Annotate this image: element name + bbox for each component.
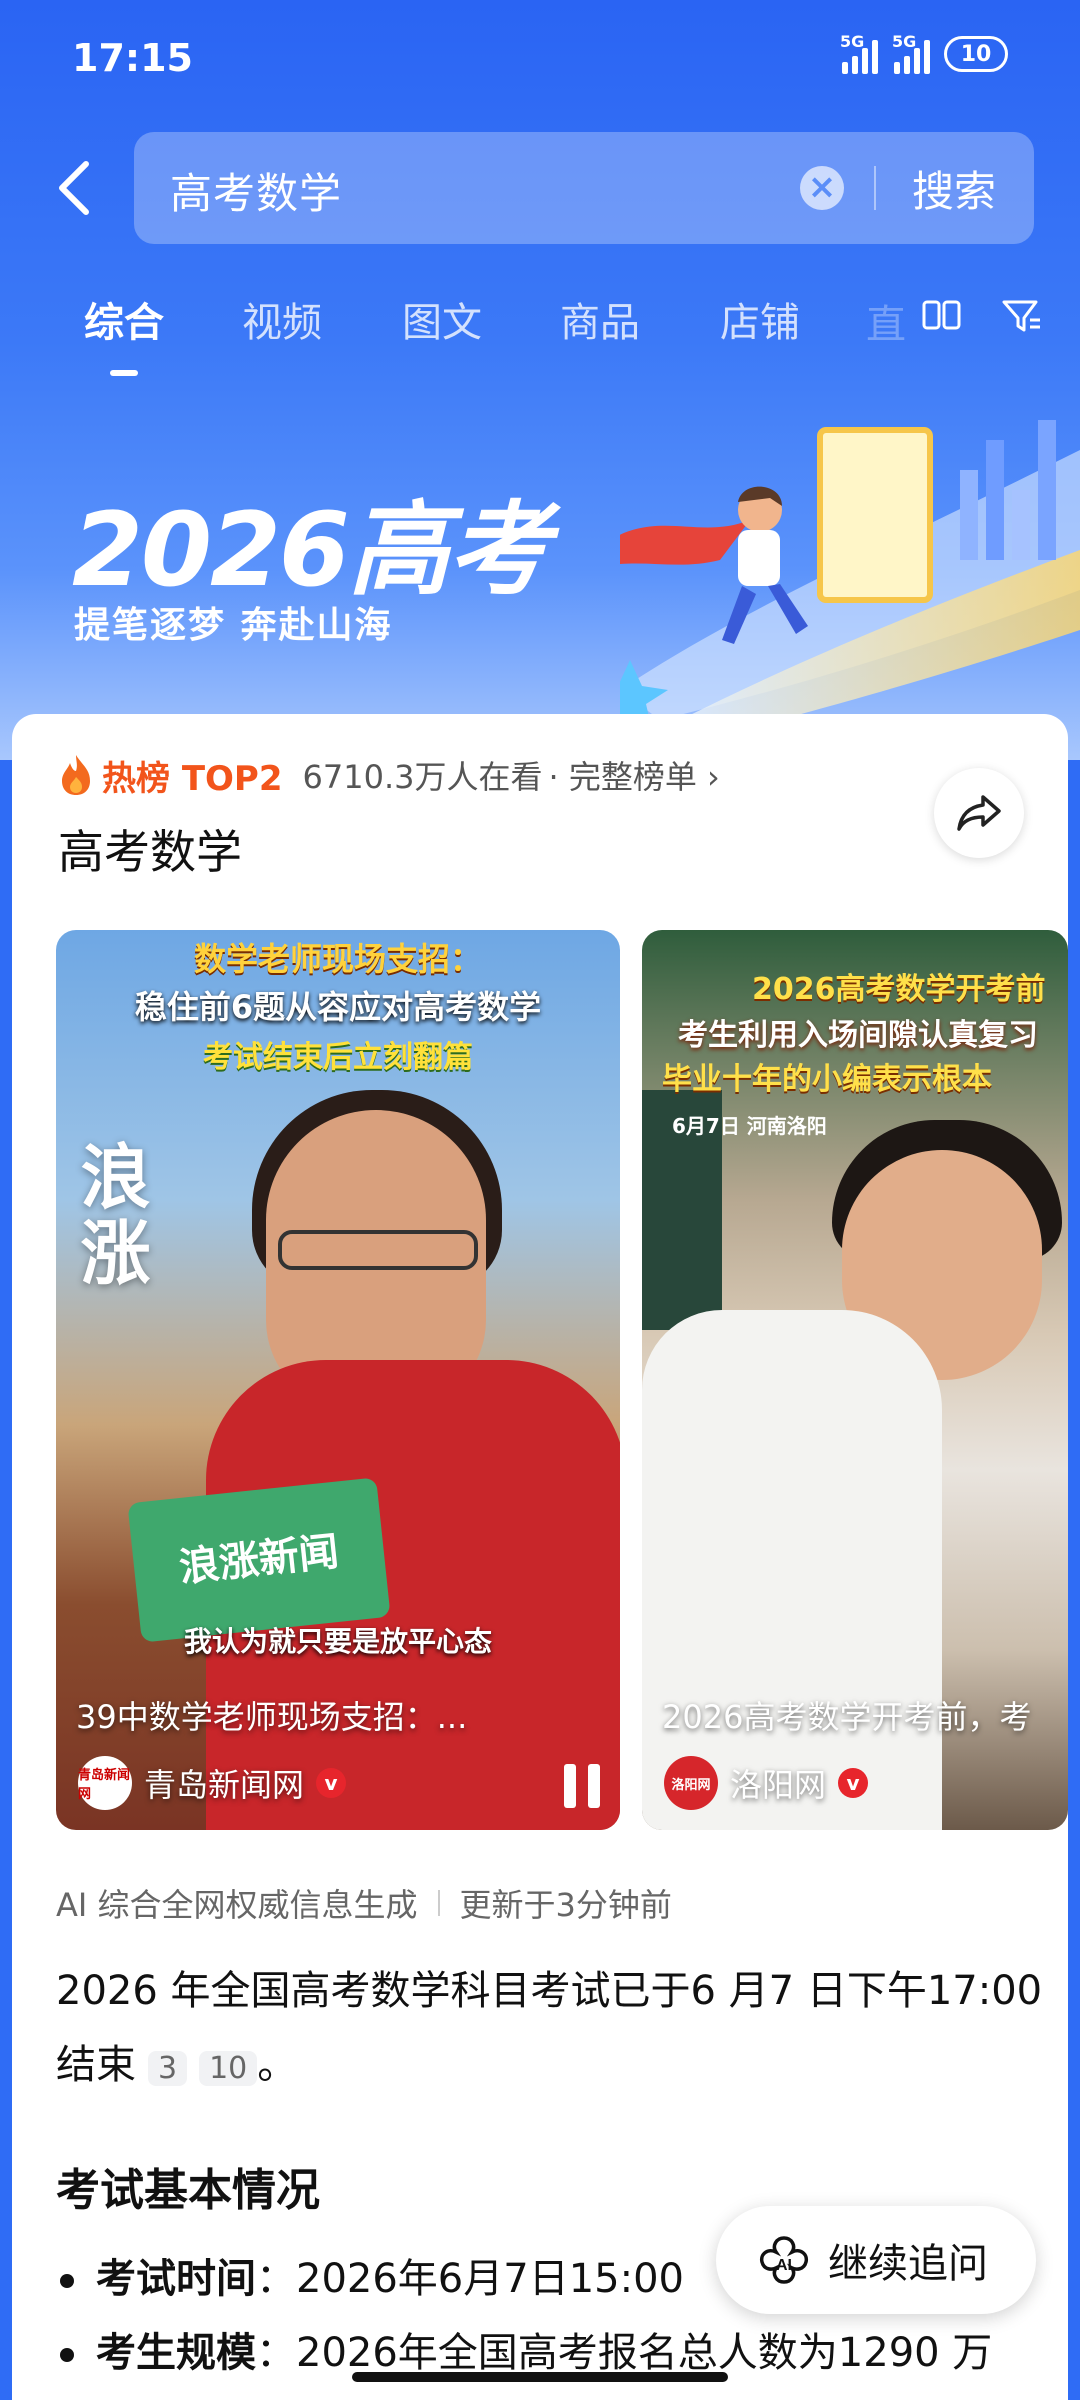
tab-goods[interactable]: 商品 [560, 290, 640, 348]
video-overlay-line: 毕业十年的小编表示根本 [662, 1062, 992, 1097]
video-subtitle: 我认为就只要是放平心态 [183, 1625, 492, 1658]
source-name: 洛阳网 [730, 1766, 827, 1804]
svg-text:AI: AI [776, 2257, 792, 2274]
ai-summary: 2026 年全国高考数学科目考试已于6 月7 日下午17:00结束 3 10。 [56, 1968, 1043, 2088]
video-date-location: 6月7日 河南洛阳 [672, 1114, 827, 1138]
topic-title: 高考数学 [58, 825, 242, 879]
fire-icon [62, 755, 90, 795]
follow-up-label: 继续追问 [828, 2241, 988, 2287]
search-button[interactable]: 搜索 [912, 158, 996, 219]
video-source[interactable]: 青岛新闻网 青岛新闻网 v [78, 1756, 347, 1810]
divider [437, 1890, 440, 1916]
battery-icon: 10 [944, 36, 1008, 72]
share-button[interactable] [934, 768, 1024, 858]
watermark-text: 浪涨 [69, 1140, 151, 1292]
signal-icon: 5G [892, 32, 930, 74]
filter-icon[interactable] [1000, 294, 1044, 338]
search-row: 高考数学 × 搜索 [0, 130, 1080, 246]
tab-shops[interactable]: 店铺 [720, 290, 800, 348]
back-button[interactable] [52, 156, 102, 220]
search-query: 高考数学 [170, 169, 343, 218]
running-student-illustration [620, 420, 1080, 730]
result-tabs: 综合 视频 图文 商品 店铺 直 [0, 280, 1080, 390]
video-overlay-line: 考生利用入场间隙认真复习 [678, 1018, 1038, 1053]
pause-icon[interactable] [564, 1764, 604, 1808]
microphone-logo: 浪涨新闻 [127, 1477, 391, 1643]
search-input[interactable]: 高考数学 × 搜索 [134, 132, 1034, 244]
chevron-left-icon [59, 161, 89, 215]
update-time: 更新于3分钟前 [459, 1886, 672, 1924]
video-source[interactable]: 洛阳网 洛阳网 v [664, 1756, 869, 1810]
verified-icon: v [316, 1768, 347, 1798]
share-icon [957, 795, 1001, 831]
tab-all[interactable]: 综合 [84, 290, 164, 348]
citation-ref[interactable]: 3 [148, 2051, 188, 2086]
verified-icon: v [838, 1768, 869, 1798]
status-icons: 5G 5G 10 [840, 32, 1008, 74]
ai-meta: AI 综合全网权威信息生成 更新于3分钟前 [56, 1880, 672, 1926]
layout-toggle-icon[interactable] [920, 294, 964, 338]
tab-video[interactable]: 视频 [242, 290, 322, 348]
source-name: 青岛新闻网 [144, 1766, 305, 1804]
source-logo-icon: 青岛新闻网 [78, 1756, 132, 1810]
video-card[interactable]: 浪涨 数学老师现场支招： 稳住前6题从容应对高考数学 考试结束后立刻翻篇 浪涨新… [56, 930, 620, 1830]
viewer-count: 6710.3万人在看 [302, 758, 543, 796]
home-indicator [352, 2372, 728, 2382]
video-caption: 2026高考数学开考前，考 [662, 1698, 1032, 1736]
search-divider [874, 166, 876, 210]
video-overlay-line: 稳住前6题从容应对高考数学 [134, 988, 542, 1026]
status-bar: 17:15 5G 5G 10 [0, 0, 1080, 120]
video-overlay-line: 考试结束后立刻翻篇 [203, 1040, 473, 1075]
ai-flower-icon: AI [759, 2236, 809, 2284]
hot-topic-card: 热榜 TOP2 6710.3万人在看 · 完整榜单 › 高考数学 浪涨 数学老师… [12, 714, 1068, 2400]
signal-icon: 5G [840, 32, 878, 74]
citation-ref[interactable]: 10 [199, 2051, 258, 2086]
status-time: 17:15 [72, 36, 193, 80]
full-list-link[interactable]: · 完整榜单 › [549, 752, 720, 798]
banner-title: 2026高考 [72, 491, 550, 610]
tab-live[interactable]: 直 [866, 292, 906, 350]
video-overlay-line: 2026高考数学开考前 [752, 972, 1046, 1007]
video-card[interactable]: 2026高考数学开考前 考生利用入场间隙认真复习 毕业十年的小编表示根本 6月7… [642, 930, 1068, 1830]
section-title: 考试基本情况 [56, 2165, 320, 2216]
banner-subtitle: 提笔逐梦 奔赴山海 [74, 605, 393, 646]
gaokao-banner[interactable]: 2026高考 提笔逐梦 奔赴山海 [0, 390, 1080, 730]
video-overlay-line: 数学老师现场支招： [193, 940, 482, 978]
hot-rank-label: 热榜 TOP2 [102, 758, 283, 799]
video-caption: 39中数学老师现场支招：... [76, 1698, 468, 1736]
source-logo-icon: 洛阳网 [664, 1756, 718, 1810]
clear-icon[interactable]: × [800, 166, 844, 210]
tab-active-indicator [110, 370, 138, 376]
ai-source-label: AI 综合全网权威信息生成 [56, 1886, 418, 1924]
hot-rank-row[interactable]: 热榜 TOP2 6710.3万人在看 · 完整榜单 › [58, 750, 720, 800]
tab-image-text[interactable]: 图文 [402, 290, 482, 348]
follow-up-button[interactable]: AI 继续追问 [716, 2206, 1036, 2314]
